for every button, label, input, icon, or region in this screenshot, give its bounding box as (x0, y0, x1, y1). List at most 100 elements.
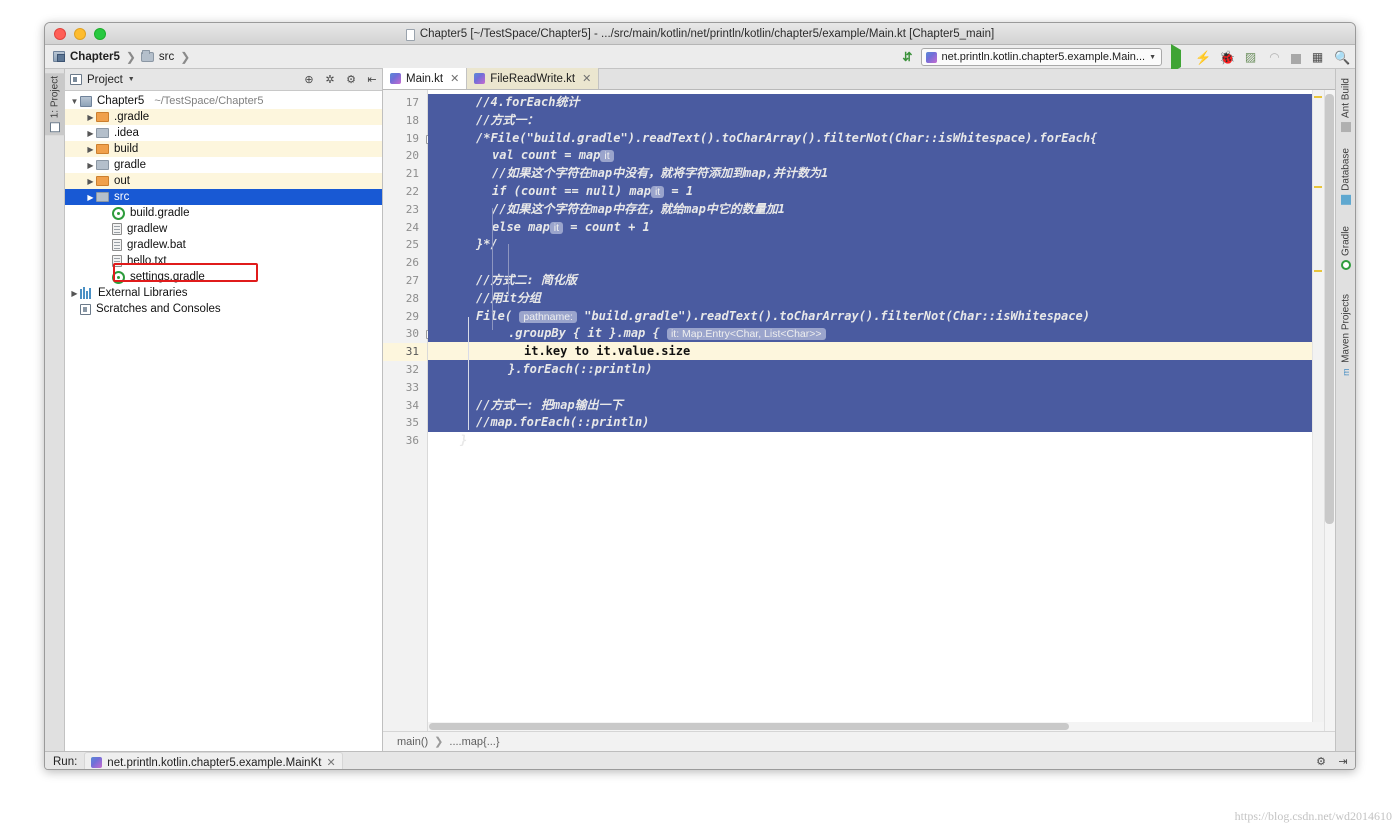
tree-node-path: ~/TestSpace/Chapter5 (154, 95, 264, 107)
coverage-icon[interactable]: ▨ (1243, 50, 1258, 65)
window-titlebar: Chapter5 [~/TestSpace/Chapter5] - .../sr… (45, 23, 1355, 45)
line-number-32: 32⌐ (383, 361, 433, 379)
code-line-25: }*/ (476, 237, 498, 252)
breadcrumb-map[interactable]: ....map{...} (449, 736, 499, 748)
scrollbar-thumb[interactable] (1325, 94, 1334, 524)
tool-button-project[interactable]: 1: Project (45, 73, 65, 136)
tree-node-gradlew-bat[interactable]: gradlew.bat (65, 237, 382, 253)
hide-panel-icon[interactable]: ⇤ (366, 74, 378, 86)
editor-code-area[interactable]: //4.forEach统计 //方式一： /*File("build.gradle"… (428, 90, 1335, 731)
tree-node-chapter5[interactable]: ▼ Chapter5 ~/TestSpace/Chapter5 (65, 93, 382, 109)
chevron-down-icon: ▼ (1149, 53, 1156, 61)
library-icon (80, 287, 93, 299)
close-button[interactable] (54, 27, 66, 40)
gradle-file-icon (112, 270, 125, 284)
editor-horizontal-scrollbar[interactable] (428, 722, 1324, 731)
code-line-21: //如果这个字符在map中没有，就将字符添加到map,并计数为1 (492, 166, 829, 181)
project-icon (70, 74, 82, 85)
tab-filereadwrite-kt[interactable]: FileReadWrite.kt ✕ (467, 68, 600, 89)
code-line-29: File( pathname: "build.gradle").readText… (476, 308, 1090, 323)
locate-icon[interactable]: ⊕ (303, 74, 315, 86)
search-icon[interactable]: 🔍 (1334, 50, 1350, 65)
tab-main-kt-label: Main.kt (406, 72, 444, 85)
tree-node-label: External Libraries (98, 287, 188, 299)
close-icon[interactable]: ✕ (450, 72, 459, 85)
hide-panel-icon[interactable]: ⇥ (1337, 756, 1349, 768)
chevron-right-icon[interactable]: ▶ (85, 129, 96, 138)
tree-node-scratches-and-consoles[interactable]: Scratches and Consoles (65, 301, 382, 317)
tree-node-build-gradle[interactable]: build.gradle (65, 205, 382, 221)
chevron-right-icon[interactable]: ▶ (85, 113, 96, 122)
tree-node-build[interactable]: ▶ build (65, 141, 382, 157)
project-panel-toolbar: ⊕ ✲ ⚙ ⇤ (303, 74, 378, 86)
error-stripe-marker-panel[interactable] (1312, 90, 1324, 731)
breadcrumb-main[interactable]: main() (397, 736, 428, 748)
project-tree[interactable]: ▼ Chapter5 ~/TestSpace/Chapter5 ▶ .gradle ▶ .i… (65, 91, 382, 751)
profile-icon[interactable]: ◠ (1267, 50, 1282, 65)
module-icon (53, 51, 65, 62)
chevron-down-icon[interactable]: ▼ (128, 76, 135, 83)
run-config-tab[interactable]: net.println.kotlin.chapter5.example.Main… (84, 752, 343, 769)
tree-node-src[interactable]: ▶ src (65, 189, 382, 205)
code-line-27: //方式二: 简化版 (476, 272, 577, 287)
gear-icon[interactable]: ⚙ (345, 74, 357, 86)
editor-vertical-scrollbar[interactable] (1324, 90, 1335, 731)
sort-icon[interactable]: ⇵ (902, 50, 912, 64)
chevron-down-icon[interactable]: ▼ (69, 97, 80, 106)
run-configuration-selector[interactable]: net.println.kotlin.chapter5.example.Main… (921, 48, 1162, 66)
breadcrumb-separator-icon: ❯ (125, 49, 136, 64)
tree-node-label: gradle (114, 159, 146, 171)
editor-gutter[interactable]: 17 18 19−20 21 22 23 24 25⌐ 26 27 28 29 30−3132⌐33 34… (383, 90, 435, 731)
close-icon[interactable]: ✕ (326, 756, 335, 769)
stop-icon[interactable] (1291, 53, 1301, 64)
line-number-33: 33 (405, 380, 419, 394)
warning-marker[interactable] (1314, 270, 1322, 272)
folder-orange-icon (96, 112, 109, 122)
rerun-icon[interactable]: ⚡ (1195, 50, 1211, 65)
warning-marker[interactable] (1314, 186, 1322, 188)
collapse-all-icon[interactable]: ✲ (324, 74, 336, 86)
chevron-right-icon[interactable]: ▶ (85, 177, 96, 186)
tree-node-hello-txt[interactable]: hello.txt (65, 253, 382, 269)
kotlin-file-icon (390, 73, 401, 84)
debug-icon[interactable]: 🐞 (1219, 50, 1235, 65)
tool-button-ant-build[interactable]: Ant Build (1336, 75, 1355, 135)
window-controls[interactable] (45, 27, 106, 40)
tool-button-maven-projects[interactable]: m Maven Projects (1336, 291, 1355, 380)
inlay-hint: pathname: (519, 310, 577, 323)
chevron-right-icon[interactable]: ▶ (85, 193, 96, 202)
line-number-19: 19− (383, 130, 435, 148)
tree-node-external-libraries[interactable]: ▶ External Libraries (65, 285, 382, 301)
breadcrumb-item-src[interactable]: src ❯ (140, 49, 195, 64)
tree-node-settings-gradle[interactable]: settings.gradle (65, 269, 382, 285)
close-icon[interactable]: ✕ (582, 72, 591, 85)
tab-main-kt[interactable]: Main.kt ✕ (383, 68, 468, 89)
tree-node-out[interactable]: ▶ out (65, 173, 382, 189)
tree-node--gradle[interactable]: ▶ .gradle (65, 109, 382, 125)
chevron-right-icon[interactable]: ▶ (69, 289, 80, 298)
tool-button-gradle[interactable]: Gradle (1336, 223, 1355, 273)
run-button[interactable] (1171, 43, 1186, 73)
breadcrumb-item-project[interactable]: Chapter5 ❯ (53, 50, 141, 64)
gear-icon[interactable]: ⚙ (1315, 756, 1327, 768)
tree-node-gradle[interactable]: ▶ gradle (65, 157, 382, 173)
tree-node--idea[interactable]: ▶ .idea (65, 125, 382, 141)
indent-guide (508, 244, 509, 296)
code-line-35: //map.forEach(::println) (476, 415, 650, 430)
breadcrumb-separator-icon: ❯ (180, 49, 191, 64)
window-title-text: Chapter5 [~/TestSpace/Chapter5] - .../sr… (419, 28, 995, 40)
chevron-right-icon[interactable]: ▶ (85, 161, 96, 170)
code-line-22: if (count == null) map it = 1 (492, 183, 694, 198)
tool-button-database[interactable]: Database (1336, 145, 1355, 208)
minimize-button[interactable] (74, 27, 86, 40)
layout-icon[interactable]: ▦ (1310, 50, 1325, 65)
line-number-34: 34 (405, 398, 419, 412)
left-tool-strip: 1: Project (45, 69, 65, 751)
tree-node-gradlew[interactable]: gradlew (65, 221, 382, 237)
scrollbar-thumb[interactable] (429, 723, 1069, 730)
maximize-button[interactable] (94, 27, 106, 40)
chevron-right-icon[interactable]: ▶ (85, 145, 96, 154)
warning-marker[interactable] (1314, 96, 1322, 98)
breadcrumb-src-label: src (158, 50, 175, 63)
